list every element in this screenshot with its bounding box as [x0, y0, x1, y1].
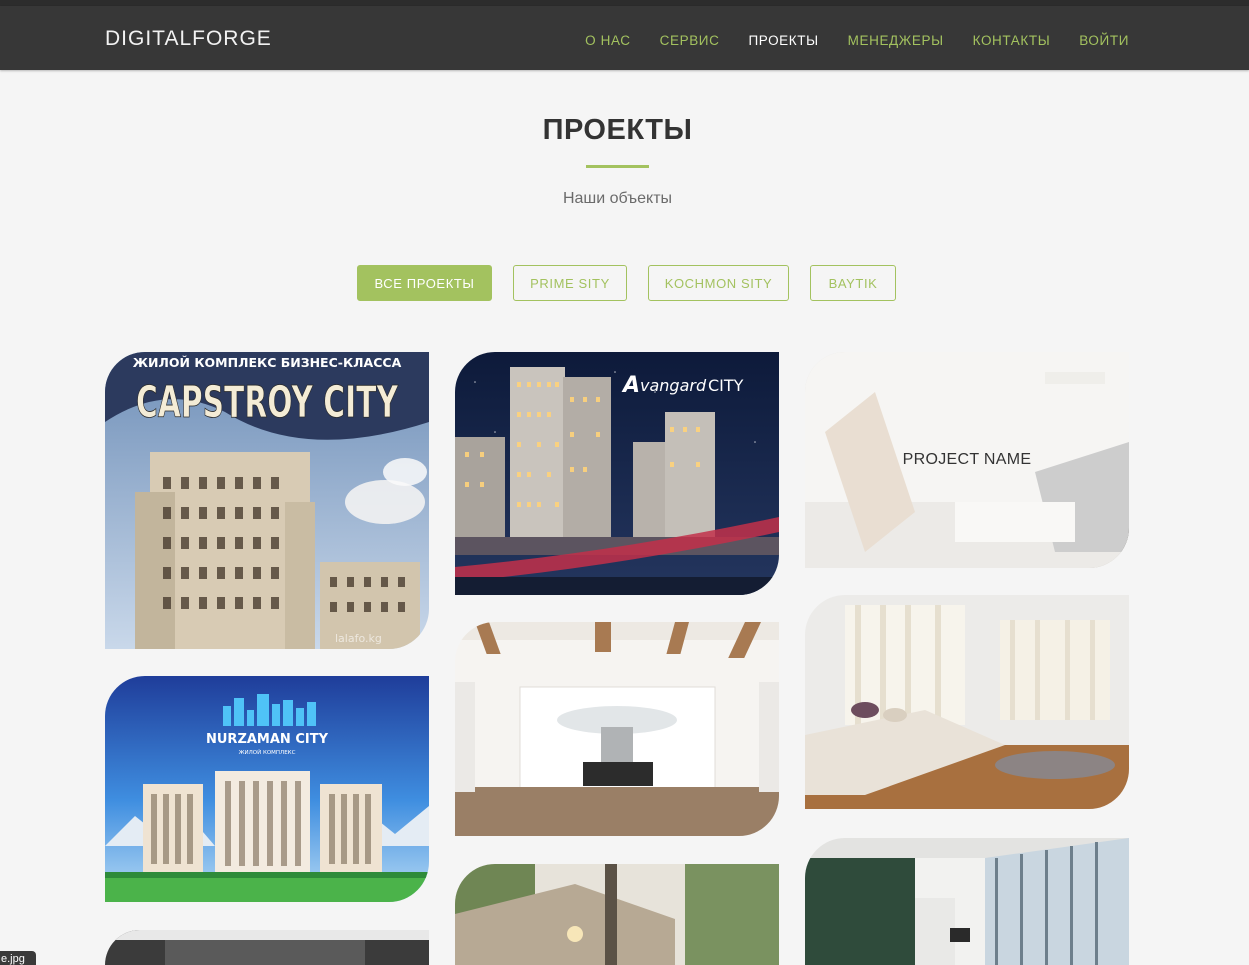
- interior-dark-image: [105, 930, 429, 965]
- project-card-interior-dark[interactable]: [105, 930, 429, 965]
- image-tooltip: e.jpg: [0, 951, 36, 965]
- avangard-image: A vangard CITY: [455, 352, 779, 595]
- capstroy-top-text: ЖИЛОЙ КОМПЛЕКС БИЗНЕС-КЛАССА: [133, 355, 402, 370]
- filter-prime-sity[interactable]: PRIME SITY: [513, 265, 627, 301]
- filter-kochmon-sity[interactable]: KOCHMON SITY: [648, 265, 789, 301]
- nav-managers[interactable]: МЕНЕДЖЕРЫ: [848, 33, 944, 48]
- nav-login[interactable]: ВОЙТИ: [1079, 33, 1129, 48]
- project-card-bedroom[interactable]: [805, 595, 1129, 809]
- filter-all[interactable]: ВСЕ ПРОЕКТЫ: [357, 265, 492, 301]
- project-card-office[interactable]: [805, 838, 1129, 965]
- capstroy-image: ЖИЛОЙ КОМПЛЕКС БИЗНЕС-КЛАССА CAPSTROY CI…: [105, 352, 429, 649]
- project-card-house[interactable]: [455, 864, 779, 965]
- nav-contacts[interactable]: КОНТАКТЫ: [973, 33, 1051, 48]
- avangard-name-a: A: [621, 373, 640, 398]
- house-image: [455, 864, 779, 965]
- capstroy-name: CAPSTROY CITY: [136, 377, 399, 428]
- avangard-name-city: CITY: [708, 376, 744, 395]
- nav-projects[interactable]: ПРОЕКТЫ: [748, 33, 818, 48]
- project-name-overlay: PROJECT NAME: [805, 352, 1129, 568]
- project-card-kitchen[interactable]: [455, 622, 779, 836]
- project-card-avangard[interactable]: A vangard CITY: [455, 352, 779, 595]
- capstroy-watermark: lalafo.kg: [335, 632, 382, 645]
- main-nav: О НАС СЕРВИС ПРОЕКТЫ МЕНЕДЖЕРЫ КОНТАКТЫ …: [556, 33, 1129, 48]
- section-title: ПРОЕКТЫ: [542, 114, 693, 146]
- title-divider: [586, 165, 649, 168]
- project-card-capstroy[interactable]: ЖИЛОЙ КОМПЛЕКС БИЗНЕС-КЛАССА CAPSTROY CI…: [105, 352, 429, 649]
- nurzaman-image: NURZAMAN CITY ЖИЛОЙ КОМПЛЕКС: [105, 676, 429, 902]
- nurzaman-name: NURZAMAN CITY: [206, 732, 329, 747]
- site-header: DIGITALFORGE О НАС СЕРВИС ПРОЕКТЫ МЕНЕДЖ…: [0, 6, 1249, 70]
- office-image: [805, 838, 1129, 965]
- nurzaman-subtitle: ЖИЛОЙ КОМПЛЕКС: [239, 749, 296, 756]
- bedroom-image: [805, 595, 1129, 809]
- project-card-nurzaman[interactable]: NURZAMAN CITY ЖИЛОЙ КОМПЛЕКС: [105, 676, 429, 902]
- project-card-living-room[interactable]: PROJECT NAME: [805, 352, 1129, 568]
- nav-service[interactable]: СЕРВИС: [660, 33, 720, 48]
- section-subtitle: Наши объекты: [562, 190, 673, 207]
- avangard-name-rest: vangard: [640, 376, 707, 395]
- brand-logo[interactable]: DIGITALFORGE: [105, 27, 272, 51]
- nav-about[interactable]: О НАС: [585, 33, 630, 48]
- filter-baytik[interactable]: BAYTIK: [810, 265, 896, 301]
- kitchen-image: [455, 622, 779, 836]
- filter-bar: ВСЕ ПРОЕКТЫ PRIME SITY KOCHMON SITY BAYT…: [0, 265, 1249, 301]
